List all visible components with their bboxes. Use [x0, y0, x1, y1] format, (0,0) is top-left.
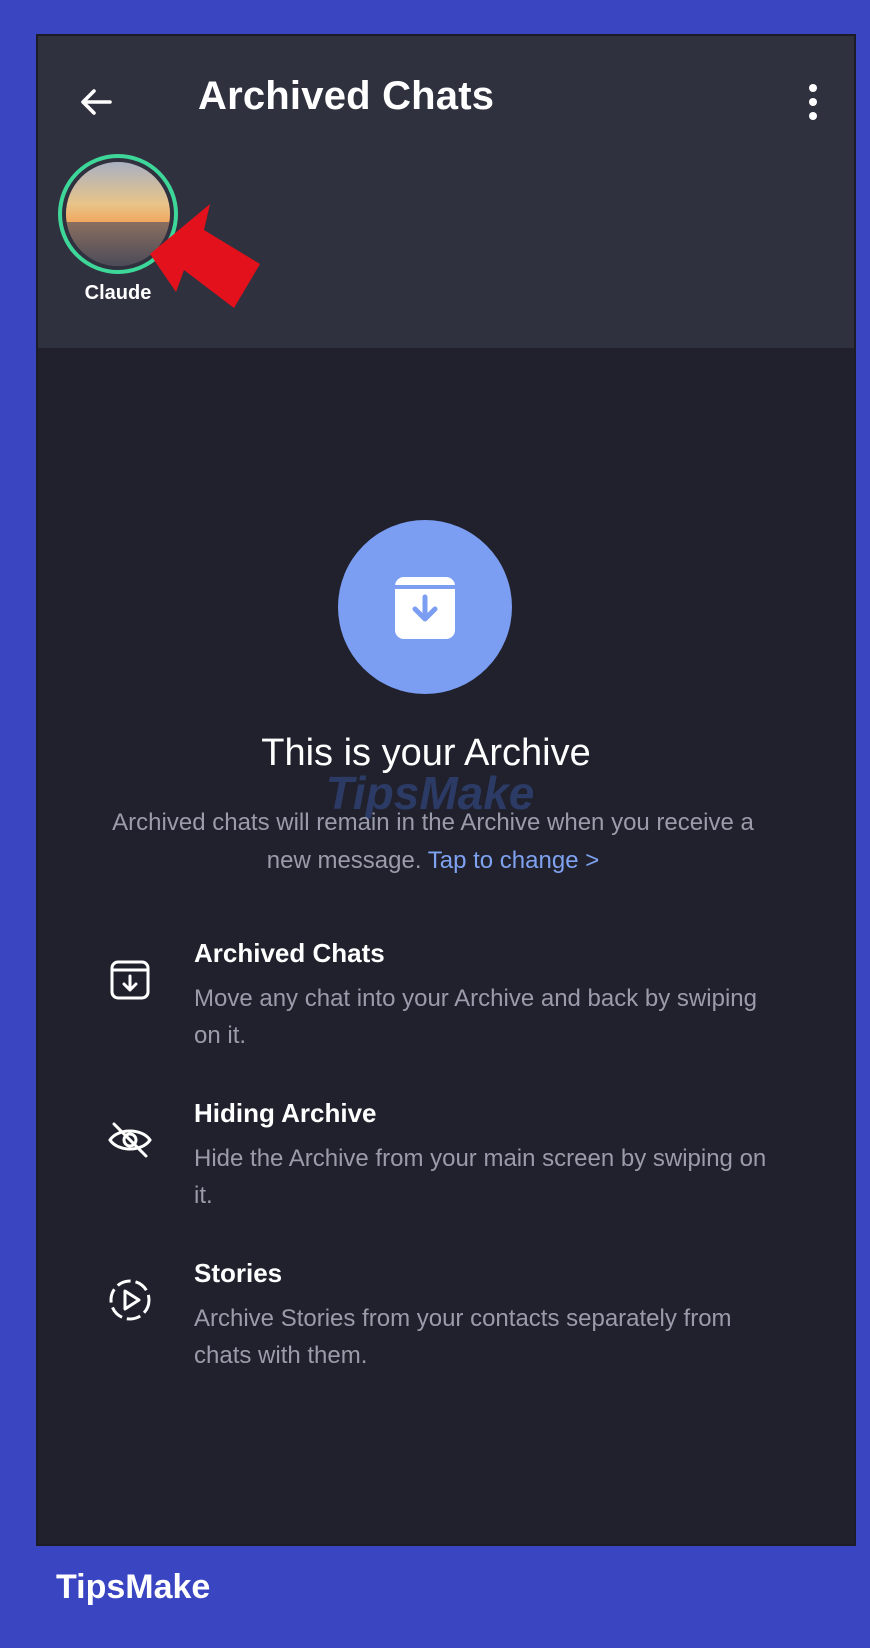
- archive-illustration: [338, 520, 512, 694]
- feature-title: Hiding Archive: [194, 1098, 377, 1128]
- feature-hiding-archive: Hiding Archive Hide the Archive from you…: [38, 1098, 854, 1218]
- empty-state-description: Archived chats will remain in the Archiv…: [88, 804, 778, 880]
- feature-archived-chats: Archived Chats Move any chat into your A…: [38, 938, 854, 1058]
- tap-to-change-link[interactable]: Tap to change >: [428, 847, 599, 874]
- page-title: Archived Chats: [198, 74, 495, 118]
- more-vertical-icon: [809, 84, 817, 120]
- top-app-bar: Archived Chats Claude: [38, 36, 854, 348]
- image-frame: Archived Chats Claude This is your Archi…: [0, 0, 870, 1648]
- play-story-icon: [109, 1279, 151, 1321]
- red-pointer-arrow-icon: [150, 204, 260, 308]
- feature-title: Stories: [194, 1258, 283, 1288]
- feature-description: Archive Stories from your contacts separ…: [194, 1305, 732, 1369]
- brand-logo-text: TipsMake: [56, 1568, 211, 1606]
- archive-box-icon: [395, 577, 455, 639]
- back-button[interactable]: [72, 78, 120, 126]
- phone-screen: Archived Chats Claude This is your Archi…: [36, 34, 856, 1546]
- feature-description: Hide the Archive from your main screen b…: [194, 1145, 767, 1209]
- feature-description: Move any chat into your Archive and back…: [194, 985, 757, 1049]
- arrow-left-icon: [81, 89, 112, 115]
- archive-icon: [110, 960, 150, 1000]
- feature-title: Archived Chats: [194, 938, 385, 968]
- feature-stories: Stories Archive Stories from your contac…: [38, 1258, 854, 1378]
- eye-off-icon: [108, 1122, 152, 1158]
- more-options-button[interactable]: [798, 76, 828, 128]
